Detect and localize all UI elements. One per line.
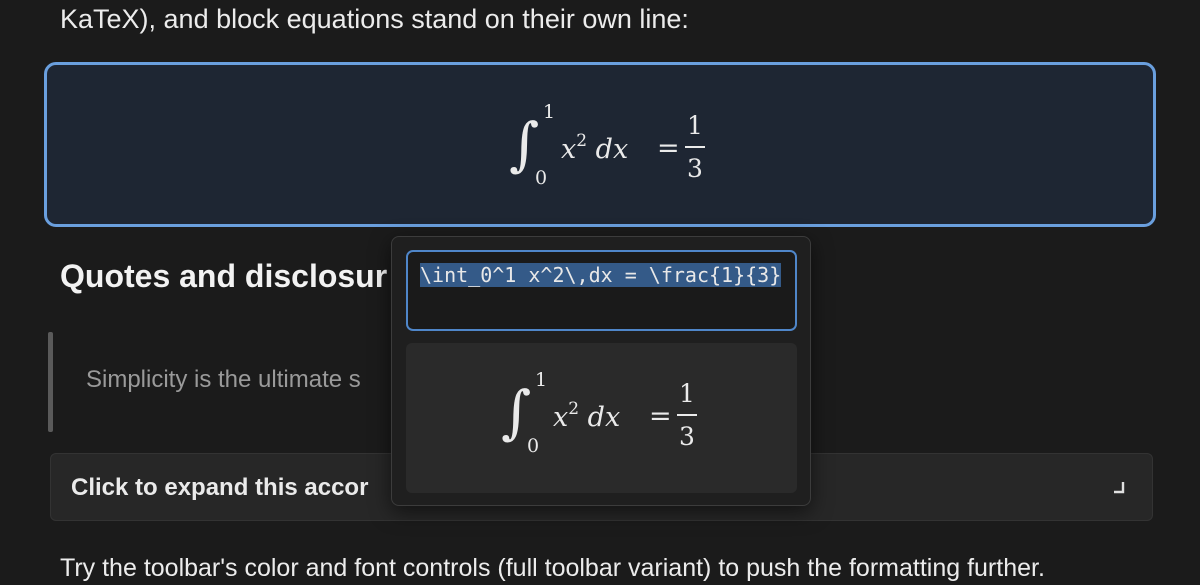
fraction-bar bbox=[685, 146, 705, 148]
equation-preview: ∫ 1 0 x2 dx = 1 3 bbox=[406, 343, 797, 493]
integral-sign: ∫ bbox=[509, 110, 540, 178]
latex-source-text: \int_0^1 x^2\,dx = \frac{1}{3} bbox=[420, 263, 782, 287]
lower-limit: 0 bbox=[527, 435, 540, 457]
preview-render: ∫ 1 0 x2 dx = 1 3 bbox=[501, 369, 701, 459]
integral-sign: ∫ bbox=[501, 378, 532, 446]
return-arrow-icon bbox=[1110, 480, 1126, 496]
closing-paragraph: Try the toolbar's color and font control… bbox=[60, 554, 1045, 582]
numerator: 1 bbox=[679, 379, 695, 408]
denominator: 3 bbox=[687, 154, 703, 183]
fraction-bar bbox=[677, 414, 697, 416]
equation-editor-popover: \int_0^1 x^2\,dx = \frac{1}{3} ∫ 1 0 x2 … bbox=[391, 236, 811, 506]
integrand: x2 dx bbox=[553, 399, 621, 433]
accordion-label: Click to expand this accor bbox=[71, 474, 369, 501]
block-equation[interactable]: ∫ 1 0 x2 dx = 1 3 bbox=[44, 62, 1156, 227]
blockquote-border bbox=[48, 332, 53, 432]
equals-sign: = bbox=[649, 401, 672, 432]
upper-limit: 1 bbox=[535, 369, 548, 391]
blockquote-text: Simplicity is the ultimate s bbox=[86, 366, 361, 393]
numerator: 1 bbox=[687, 111, 703, 140]
intro-paragraph: KaTeX), and block equations stand on the… bbox=[60, 4, 689, 34]
integrand: x2 dx bbox=[561, 131, 629, 165]
upper-limit: 1 bbox=[543, 101, 556, 123]
resize-grip-icon[interactable] bbox=[782, 316, 792, 400]
denominator: 3 bbox=[679, 422, 695, 451]
lower-limit: 0 bbox=[535, 167, 548, 189]
equation-render: ∫ 1 0 x2 dx = 1 3 bbox=[509, 101, 709, 191]
latex-source-textarea[interactable]: \int_0^1 x^2\,dx = \frac{1}{3} bbox=[406, 250, 797, 400]
equals-sign: = bbox=[657, 133, 680, 164]
section-heading: Quotes and disclosur bbox=[60, 258, 388, 294]
